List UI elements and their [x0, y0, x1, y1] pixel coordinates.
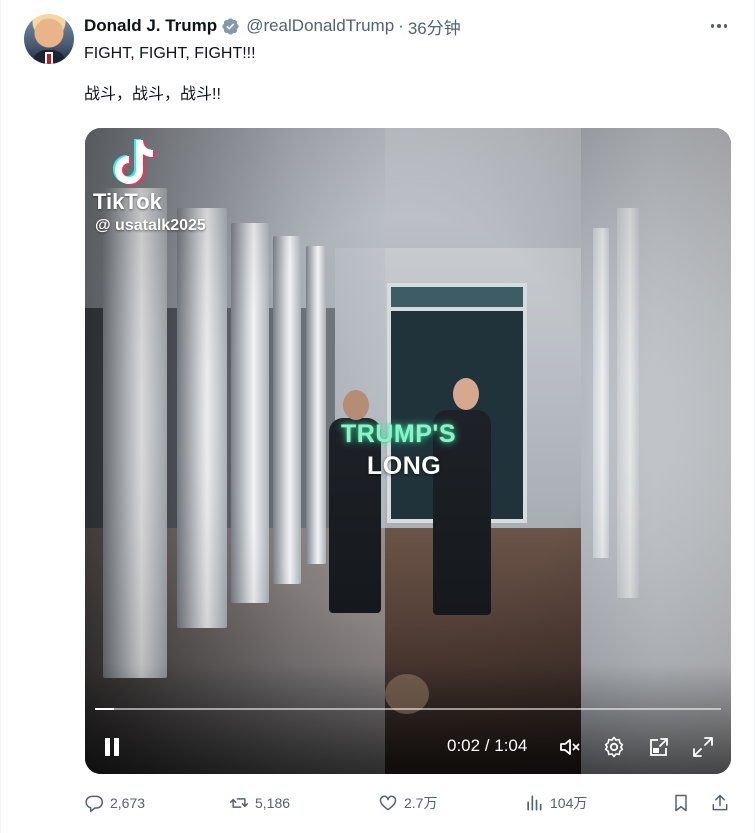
mute-icon — [560, 739, 580, 755]
tiktok-logo-icon — [110, 136, 156, 188]
fullscreen-icon — [693, 737, 713, 757]
tiktok-brand-label: TikTok — [93, 189, 162, 214]
repost-count: 5,186 — [255, 795, 291, 811]
like-button[interactable]: 2.7万 — [378, 790, 437, 816]
share-icon — [712, 794, 728, 811]
settings-button[interactable] — [600, 732, 628, 762]
repost-button[interactable]: 5,186 — [229, 790, 290, 816]
views-icon — [527, 795, 542, 811]
more-options-button[interactable] — [707, 14, 731, 38]
reply-icon — [85, 795, 104, 813]
verified-badge-icon[interactable] — [221, 17, 240, 36]
video-progress-fill — [95, 708, 114, 710]
share-button[interactable] — [710, 790, 730, 816]
views-button[interactable]: 104万 — [524, 790, 587, 816]
mute-button[interactable] — [556, 732, 584, 762]
video-time-display: 0:02 / 1:04 — [447, 736, 528, 755]
like-icon — [379, 795, 397, 811]
settings-icon — [604, 736, 624, 758]
avatar-tie — [47, 54, 51, 64]
tweet-header: Donald J. Trump @realDonaldTrump · 36分钟 — [84, 14, 461, 38]
column-border-left — [0, 0, 1, 833]
more-dot — [717, 24, 721, 28]
pause-icon — [105, 738, 110, 756]
header-separator: · — [398, 16, 404, 35]
repost-icon — [229, 798, 249, 808]
reply-count: 2,673 — [110, 795, 146, 811]
video-caption-line: LONG — [367, 452, 442, 480]
author-handle[interactable]: @realDonaldTrump — [246, 16, 394, 36]
author-display-name[interactable]: Donald J. Trump — [84, 16, 217, 36]
video-player[interactable]: TikTok @ usatalk2025 TRUMP'S LONG 0:02 /… — [85, 128, 731, 774]
tweet-text-line: 战斗，战斗，战斗!! — [84, 86, 221, 103]
fullscreen-button[interactable] — [689, 732, 717, 762]
author-avatar[interactable] — [24, 14, 74, 64]
video-progress-bar[interactable] — [95, 708, 721, 710]
picture-in-picture-icon — [650, 738, 668, 756]
more-dot — [723, 24, 728, 28]
more-horizontal-icon — [710, 24, 715, 28]
bookmark-button[interactable] — [671, 790, 691, 816]
picture-in-picture-button[interactable] — [645, 732, 673, 762]
like-count: 2.7万 — [404, 795, 438, 811]
bookmark-icon — [675, 794, 687, 812]
pause-icon-bar — [114, 738, 119, 756]
pause-button[interactable] — [101, 732, 123, 762]
tweet-timestamp[interactable]: 36分钟 — [408, 14, 461, 39]
video-caption-line: TRUMP'S — [341, 420, 456, 448]
reply-button[interactable]: 2,673 — [84, 790, 145, 816]
tiktok-username: @ usatalk2025 — [95, 217, 206, 234]
tweet-text-line: FIGHT, FIGHT, FIGHT!!! — [84, 45, 256, 62]
views-count: 104万 — [550, 795, 588, 811]
